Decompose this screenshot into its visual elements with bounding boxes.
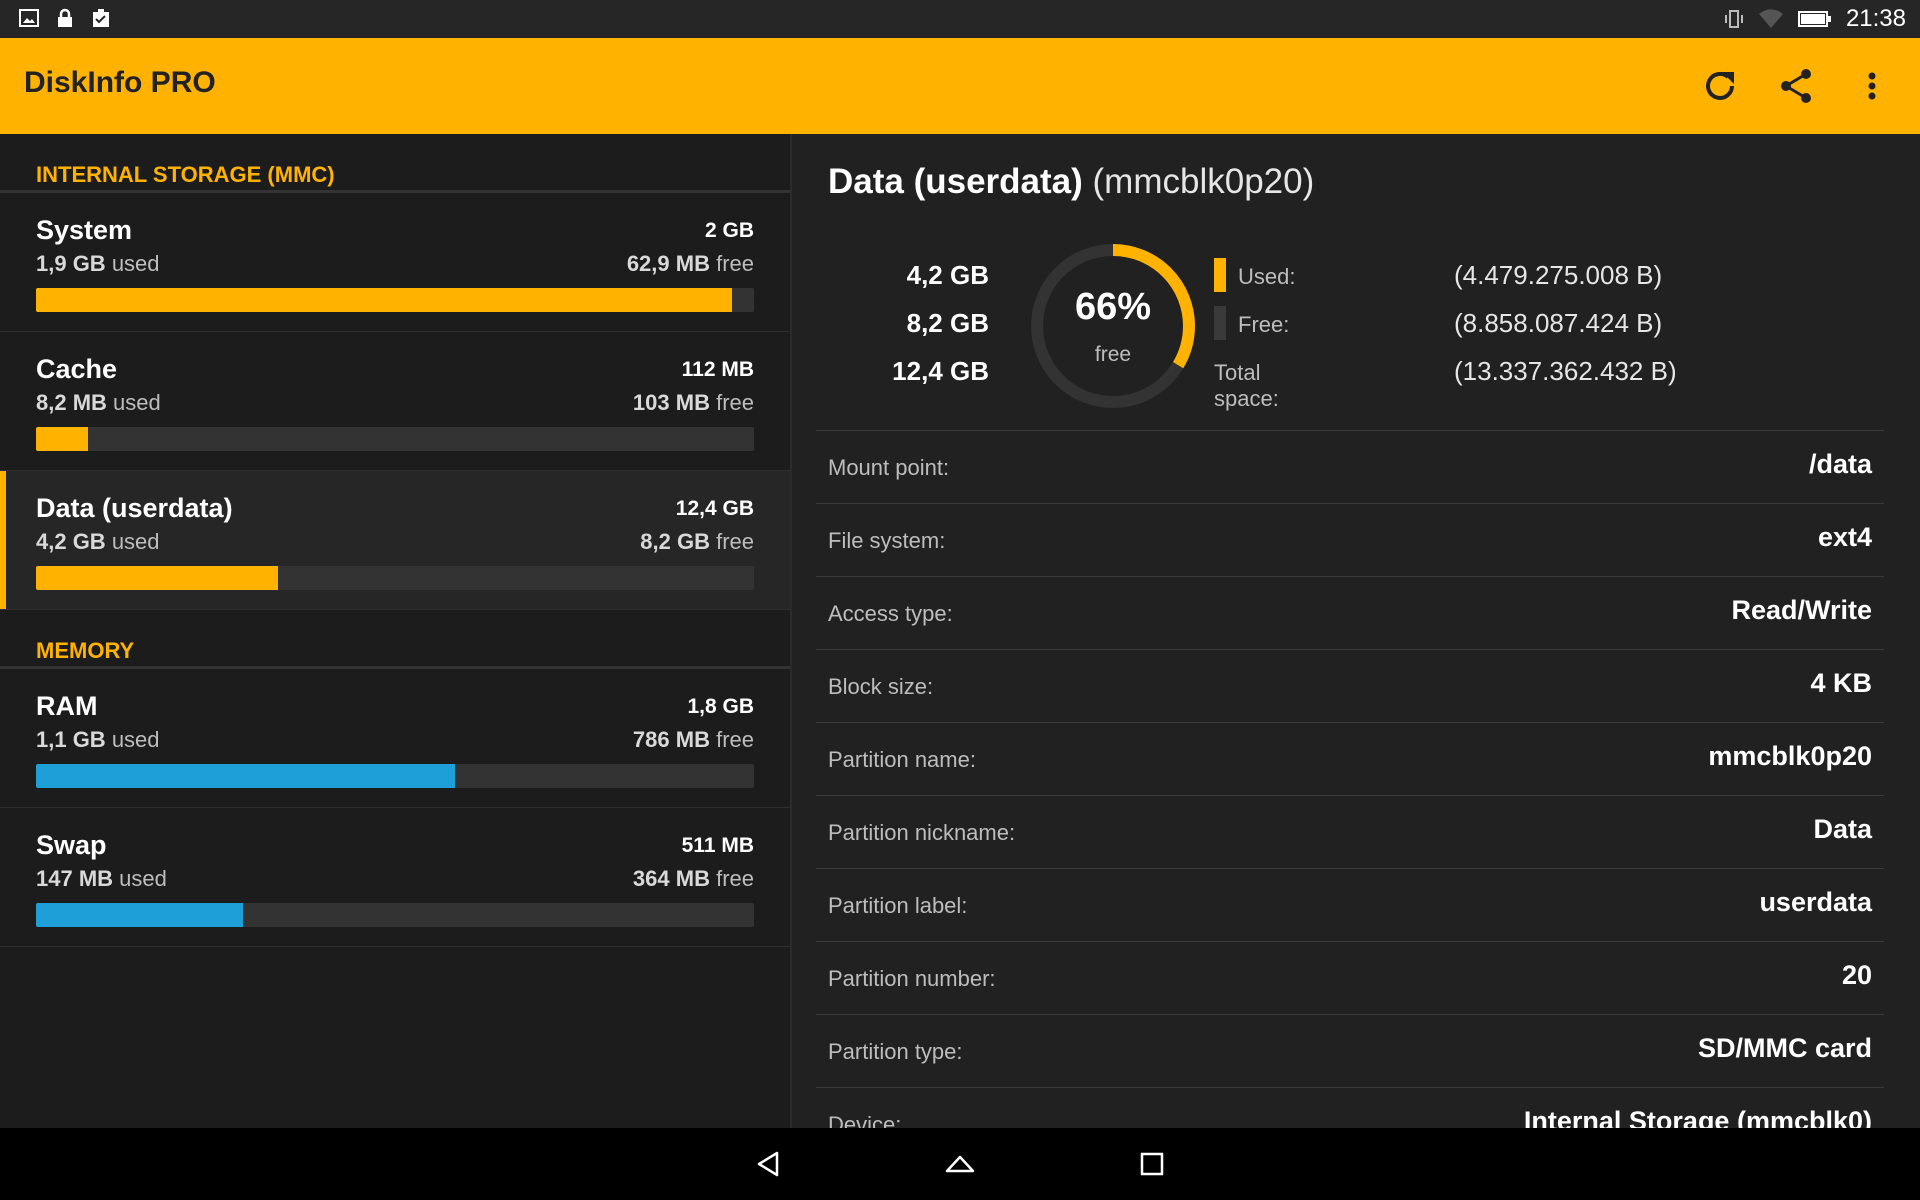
property-row: Partition name: mmcblk0p20	[816, 722, 1884, 795]
property-row: Device: Internal Storage (mmcblk0)	[816, 1087, 1884, 1128]
more-options-button[interactable]	[1848, 62, 1896, 110]
section-header-internal-storage: INTERNAL STORAGE (MMC)	[0, 134, 790, 193]
navigation-bar	[0, 1128, 1920, 1200]
legend-free-swatch	[1214, 306, 1226, 340]
storage-item-system[interactable]: System 2 GB 1,9 GB used 62,9 MB free	[0, 193, 790, 332]
properties-list: Mount point:/data File system: ext4 Acces…	[816, 430, 1884, 1128]
property-row: File system: ext4	[816, 503, 1884, 576]
item-used: 8,2 MB used	[36, 390, 161, 415]
donut-percent: 66%	[1074, 286, 1152, 328]
detail-title: Data (userdata) (mmcblk0p20)	[828, 162, 1315, 201]
item-name: Data (userdata)	[36, 493, 233, 523]
item-total: 1,8 GB	[687, 695, 754, 718]
app-bar-actions	[1696, 62, 1896, 110]
item-used: 1,9 GB used	[36, 251, 160, 276]
property-row: Partition nickname: Data	[816, 795, 1884, 868]
property-row: Block size: 4 KB	[816, 649, 1884, 722]
storage-item-cache[interactable]: Cache 112 MB 8,2 MB used 103 MB free	[0, 332, 790, 471]
item-name: Swap	[36, 830, 107, 860]
item-free: 103 MB free	[632, 390, 754, 415]
clock: 21:38	[1845, 5, 1906, 32]
status-bar: 21:38	[0, 0, 1920, 38]
usage-bar-fill	[36, 288, 733, 312]
donut-label: free	[1094, 343, 1132, 366]
image-icon	[19, 9, 39, 27]
more-vert-icon	[1868, 72, 1876, 100]
item-total: 2 GB	[704, 219, 754, 242]
item-free: 8,2 GB free	[640, 529, 754, 554]
notification-icons	[18, 7, 112, 29]
usage-bar-fill	[36, 903, 243, 927]
home-button[interactable]	[938, 1142, 982, 1186]
storage-list: INTERNAL STORAGE (MMC) System 2 GB 1,9 G…	[0, 134, 790, 1128]
usage-bar-fill	[36, 427, 89, 451]
app-bar: DiskInfo PRO	[0, 38, 1920, 134]
item-name: RAM	[36, 691, 98, 721]
item-used: 4,2 GB used	[36, 529, 160, 554]
item-total: 511 MB	[681, 834, 754, 857]
usage-bar-fill	[36, 566, 278, 590]
usage-bar	[36, 427, 754, 451]
system-indicators: 21:38	[1724, 5, 1906, 33]
usage-bar	[36, 566, 754, 590]
clipboard-check-icon	[93, 9, 109, 27]
item-used: 147 MB used	[36, 866, 167, 891]
battery-icon	[1797, 11, 1831, 27]
section-header-memory: MEMORY	[0, 610, 790, 669]
app-title: DiskInfo PRO	[24, 66, 216, 99]
selection-indicator	[0, 471, 6, 609]
legend-used-swatch	[1214, 258, 1226, 292]
item-free: 62,9 MB free	[626, 251, 754, 276]
item-total: 12,4 GB	[675, 497, 754, 520]
storage-item-data[interactable]: Data (userdata) 12,4 GB 4,2 GB used 8,2 …	[0, 471, 790, 610]
recents-icon	[1140, 1152, 1164, 1176]
item-name: System	[36, 215, 133, 245]
usage-bar-fill	[36, 764, 455, 788]
usage-bar	[36, 288, 754, 312]
wifi-icon	[1758, 9, 1783, 28]
storage-item-swap[interactable]: Swap 511 MB 147 MB used 364 MB free	[0, 808, 790, 947]
share-icon	[1781, 69, 1811, 103]
refresh-icon	[1706, 71, 1734, 100]
storage-item-ram[interactable]: RAM 1,8 GB 1,1 GB used 786 MB free	[0, 669, 790, 808]
property-row: Partition label: userdata	[816, 868, 1884, 941]
share-button[interactable]	[1772, 62, 1820, 110]
property-row: Partition type: SD/MMC card	[816, 1014, 1884, 1087]
usage-bar	[36, 903, 754, 927]
item-name: Cache	[36, 354, 118, 384]
item-free: 786 MB free	[632, 727, 754, 752]
property-row: Mount point:/data	[816, 430, 1884, 503]
back-icon	[757, 1151, 779, 1177]
property-row: Access type: Read/Write	[816, 576, 1884, 649]
item-used: 1,1 GB used	[36, 727, 160, 752]
home-icon	[945, 1155, 975, 1173]
refresh-button[interactable]	[1696, 62, 1744, 110]
lock-icon	[58, 8, 72, 27]
property-row: Partition number: 20	[816, 941, 1884, 1014]
back-button[interactable]	[746, 1142, 790, 1186]
recents-button[interactable]	[1130, 1142, 1174, 1186]
usage-bar	[36, 764, 754, 788]
item-total: 112 MB	[681, 358, 754, 381]
partition-details[interactable]: Data (userdata) (mmcblk0p20) 66% free Us…	[792, 134, 1920, 1128]
vibrate-icon	[1724, 10, 1743, 28]
item-free: 364 MB free	[632, 866, 754, 891]
